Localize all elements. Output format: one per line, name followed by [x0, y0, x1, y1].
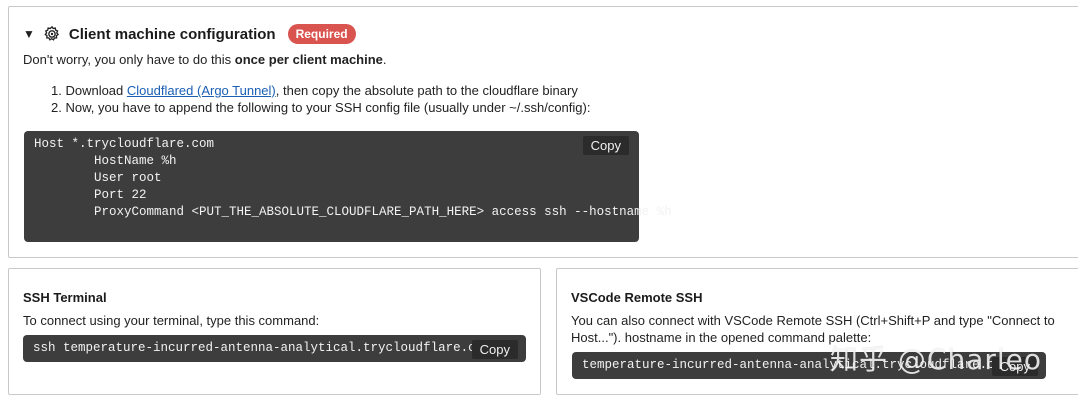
step-2: 2. Now, you have to append the following… — [51, 100, 591, 115]
ssh-terminal-panel: SSH Terminal To connect using your termi… — [8, 268, 541, 395]
intro-text: Don't worry, you only have to do this — [23, 52, 235, 67]
gear-icon — [44, 25, 59, 41]
intro-emphasis: once per client machine — [234, 52, 383, 67]
required-badge: Required — [287, 24, 356, 44]
copy-config-button[interactable]: Copy — [582, 136, 629, 155]
ssh-config-code: Host *.trycloudflare.com HostName %h Use… — [34, 137, 672, 219]
client-config-title: Client machine configuration — [68, 25, 276, 43]
vscode-hostname: temperature-incurred-antenna-analytical.… — [582, 358, 1010, 372]
ssh-command: ssh temperature-incurred-antenna-analyti… — [33, 341, 491, 355]
intro-suffix: . — [382, 52, 387, 67]
copy-ssh-command-button[interactable]: Copy — [471, 340, 518, 359]
vscode-remote-title: VSCode Remote SSH — [571, 290, 703, 305]
ssh-terminal-description: To connect using your terminal, type thi… — [23, 313, 320, 328]
client-config-header[interactable]: ▼ Client machine configuration Required — [23, 23, 356, 45]
vscode-hostname-block: temperature-incurred-antenna-analytical.… — [572, 352, 1046, 379]
client-config-intro: Don't worry, you only have to do this on… — [23, 52, 387, 67]
client-config-panel: ▼ Client machine configuration Required … — [8, 6, 1078, 258]
ssh-command-block: ssh temperature-incurred-antenna-analyti… — [23, 335, 526, 362]
collapse-caret-icon[interactable]: ▼ — [23, 28, 35, 40]
vscode-remote-description: You can also connect with VSCode Remote … — [571, 313, 1055, 345]
ssh-config-code-block: Host *.trycloudflare.com HostName %h Use… — [24, 131, 672, 242]
setup-steps-list: 1. Download Cloudflared (Argo Tunnel), t… — [51, 82, 590, 116]
copy-hostname-button[interactable]: Copy — [991, 357, 1038, 376]
vscode-remote-panel: VSCode Remote SSH You can also connect w… — [556, 268, 1078, 395]
ssh-terminal-title: SSH Terminal — [23, 290, 107, 305]
step-1: 1. Download Cloudflared (Argo Tunnel), t… — [51, 82, 590, 99]
step-1-suffix: , then copy the absolute path to the clo… — [275, 83, 578, 98]
step-1-prefix: 1. Download — [51, 83, 127, 98]
cloudflared-download-link[interactable]: Cloudflared (Argo Tunnel) — [127, 83, 276, 98]
